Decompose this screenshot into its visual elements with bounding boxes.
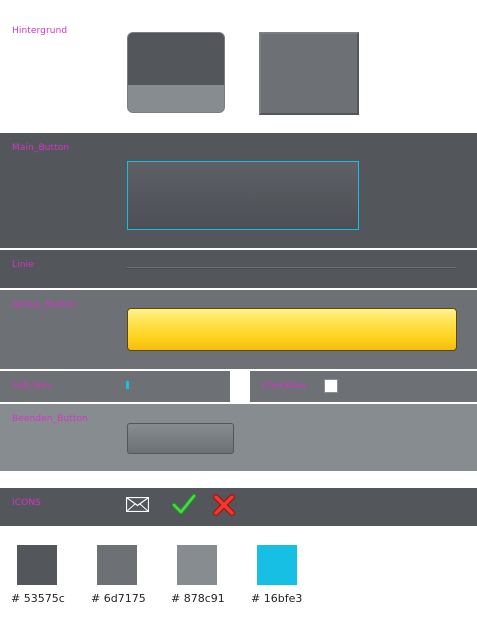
sub-nav-active-marker[interactable]	[126, 381, 129, 389]
swatch-label: # 53575c	[11, 592, 65, 605]
mail-icon[interactable]	[126, 497, 149, 512]
quit-button[interactable]	[127, 423, 234, 454]
section-label-linie: Linie	[12, 260, 34, 270]
main-button[interactable]	[127, 161, 359, 230]
swatch-53575c	[17, 545, 57, 585]
background-sample-rounded	[127, 32, 225, 113]
swatch-label: # 878c91	[171, 592, 225, 605]
divider-line	[127, 267, 456, 269]
section-label-main-button: Main_Button	[12, 143, 70, 153]
section-label-aktive-button: Aktive_Button	[12, 300, 77, 310]
active-button[interactable]	[127, 308, 457, 351]
swatch-16bfe3	[257, 545, 297, 585]
close-icon[interactable]	[213, 494, 235, 516]
section-label-sub-nav: Sub_Nav	[12, 381, 52, 391]
swatch-label: # 16bfe3	[251, 592, 303, 605]
background-sample-square	[259, 32, 359, 115]
section-label-beenden-button: Beenden_Button	[12, 414, 88, 424]
checkbox[interactable]	[324, 379, 338, 393]
swatch-6d7175	[97, 545, 137, 585]
section-label-icons: ICONS	[12, 498, 41, 508]
icons-band	[0, 488, 477, 526]
check-icon[interactable]	[172, 493, 196, 515]
section-label-checkbox: Checkbox	[262, 381, 307, 391]
line-band	[0, 250, 477, 288]
swatch-878c91	[177, 545, 217, 585]
section-label-hintergrund: Hintergrund	[12, 26, 68, 36]
sub-nav-separator	[230, 371, 250, 404]
swatch-label: # 6d7175	[91, 592, 146, 605]
